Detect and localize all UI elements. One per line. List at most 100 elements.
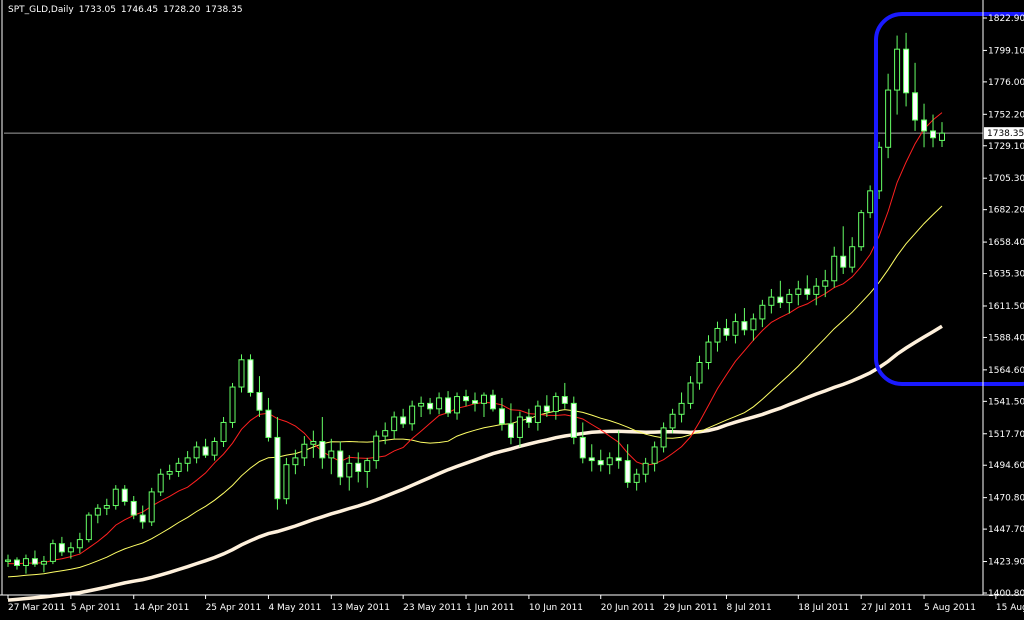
candle-body xyxy=(184,457,191,464)
candle-body xyxy=(885,89,892,148)
y-tick-label: 1588.40 xyxy=(988,333,1024,343)
candle xyxy=(615,430,622,469)
candle xyxy=(22,554,29,574)
candle xyxy=(166,464,173,480)
candle xyxy=(310,430,317,458)
candle-body xyxy=(463,396,470,402)
y-tick-label: 1776.00 xyxy=(988,78,1024,88)
price-chart[interactable]: 1822.90 1799.10 1776.00 1752.20 1729.10 1705.… xyxy=(0,0,1024,620)
y-tick-label: 1400.80 xyxy=(988,589,1024,599)
candle xyxy=(750,313,757,341)
y-tick-label: 1752.20 xyxy=(988,110,1024,120)
candle xyxy=(813,278,820,306)
ma-fast-line xyxy=(7,112,943,565)
candle xyxy=(346,455,353,491)
x-tick-label: 5 Aug 2011 xyxy=(924,603,976,613)
candle-body xyxy=(454,396,461,414)
y-tick-label: 1635.30 xyxy=(988,270,1024,280)
candle xyxy=(651,441,658,472)
y-tick-label: 1705.30 xyxy=(988,174,1024,184)
candle-body xyxy=(903,48,910,94)
y-tick-label: 1611.50 xyxy=(988,302,1024,312)
candle-body xyxy=(418,402,425,407)
candle-body xyxy=(31,558,38,565)
candle-body xyxy=(337,450,344,478)
x-tick-label: 29 Jun 2011 xyxy=(664,603,718,613)
candle xyxy=(94,504,101,524)
x-tick-label: 13 May 2011 xyxy=(331,603,390,613)
candle-body xyxy=(148,491,155,523)
candle-body xyxy=(22,558,29,566)
candle xyxy=(445,391,452,417)
candle-body xyxy=(283,464,290,500)
candle xyxy=(103,498,110,516)
y-tick-label: 1447.70 xyxy=(988,525,1024,535)
candle-body xyxy=(310,441,317,445)
candle xyxy=(696,355,703,390)
candle xyxy=(274,416,281,510)
candle-body xyxy=(840,255,847,268)
candle xyxy=(472,392,478,412)
candle-body xyxy=(525,416,532,423)
candle-body xyxy=(229,386,236,423)
candle-body xyxy=(705,341,712,364)
candle-body xyxy=(202,446,209,456)
x-tick-label: 8 Jul 2011 xyxy=(726,603,771,613)
candle xyxy=(427,397,434,415)
candle xyxy=(534,400,541,431)
candle xyxy=(364,457,371,488)
y-tick-label: 1682.20 xyxy=(988,206,1024,216)
ma-slow-line xyxy=(7,324,943,602)
candle-body xyxy=(166,470,173,475)
candle-body xyxy=(939,132,945,141)
candle xyxy=(13,557,20,570)
candle-body xyxy=(831,255,838,282)
x-tick-label: 25 Apr 2011 xyxy=(206,603,262,613)
candle-body xyxy=(921,119,928,132)
candle xyxy=(337,441,344,486)
candle xyxy=(903,32,910,107)
candle-body xyxy=(238,359,245,388)
candle-body xyxy=(588,457,595,462)
candle-body xyxy=(292,457,299,466)
candle xyxy=(894,35,901,115)
candle-body xyxy=(624,460,631,483)
candle-body xyxy=(67,547,74,553)
candle-body xyxy=(777,296,784,304)
candle xyxy=(400,408,407,428)
candle-body xyxy=(121,488,128,502)
candle xyxy=(211,437,218,461)
candle xyxy=(867,185,874,219)
candle xyxy=(570,396,577,445)
candle xyxy=(561,382,568,409)
candle-body xyxy=(94,507,101,516)
x-tick-label: 20 Jun 2011 xyxy=(601,603,655,613)
candle xyxy=(885,73,892,159)
candle xyxy=(777,280,784,309)
candle xyxy=(840,226,847,274)
candle-body xyxy=(651,446,658,464)
candle-body xyxy=(750,318,757,331)
y-tick-label: 1729.10 xyxy=(988,142,1024,152)
candle-body xyxy=(400,416,407,425)
candle xyxy=(121,485,128,506)
candle xyxy=(723,318,730,341)
candle xyxy=(597,449,604,472)
candle-body xyxy=(930,130,937,139)
ma-mid-line xyxy=(7,205,943,578)
candle xyxy=(912,62,919,131)
candle xyxy=(858,209,865,251)
candle xyxy=(516,411,523,447)
candle-body xyxy=(660,427,667,448)
candle xyxy=(480,392,487,417)
candle xyxy=(768,288,775,314)
y-tick-label: 1799.10 xyxy=(988,46,1024,56)
candle xyxy=(921,103,928,148)
y-tick-label: 1564.60 xyxy=(988,366,1024,376)
candle xyxy=(489,389,496,412)
candle xyxy=(579,422,586,464)
candle-body xyxy=(409,405,416,425)
candle xyxy=(642,457,649,483)
candle-body xyxy=(382,430,389,437)
candle xyxy=(714,321,721,352)
